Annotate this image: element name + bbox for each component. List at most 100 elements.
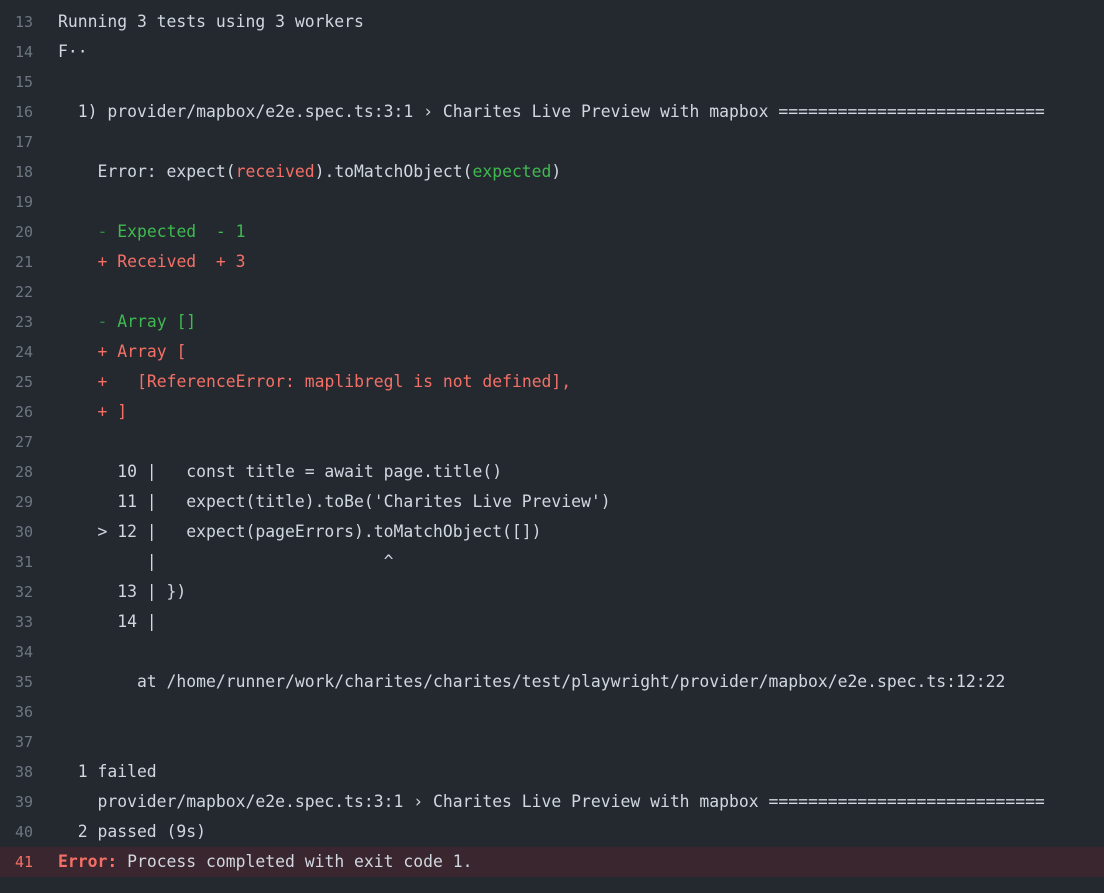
line-number[interactable]: 32 bbox=[0, 577, 33, 607]
line-number[interactable]: 31 bbox=[0, 547, 33, 577]
plus-sign: + bbox=[97, 252, 118, 271]
code-snippet-line: 14 | bbox=[58, 612, 157, 631]
log-line: 36 bbox=[0, 697, 1104, 727]
received-token: received bbox=[235, 162, 315, 181]
failed-count: 1 failed bbox=[58, 762, 157, 781]
diff-expected-summary: - Expected - 1 bbox=[33, 217, 1104, 247]
diff-text: Expected - 1 bbox=[117, 222, 246, 241]
log-line: 37 bbox=[0, 727, 1104, 757]
error-text: Process completed with exit code 1. bbox=[117, 852, 473, 871]
error-label: Error: bbox=[58, 852, 118, 871]
line-number[interactable]: 26 bbox=[0, 397, 33, 427]
expected-token: expected bbox=[472, 162, 552, 181]
failed-test-name: provider/mapbox/e2e.spec.ts:3:1 › Charit… bbox=[58, 792, 1045, 811]
log-line: 21 + Received + 3 bbox=[0, 247, 1104, 277]
line-number[interactable]: 30 bbox=[0, 517, 33, 547]
log-line: 34 bbox=[0, 637, 1104, 667]
line-number[interactable]: 25 bbox=[0, 367, 33, 397]
log-text: Running 3 tests using 3 workers bbox=[58, 12, 364, 31]
minus-sign: - bbox=[97, 222, 118, 241]
line-number[interactable]: 41 bbox=[0, 847, 33, 877]
line-number[interactable]: 13 bbox=[0, 7, 33, 37]
line-number[interactable]: 15 bbox=[0, 67, 33, 97]
log-line: 27 bbox=[0, 427, 1104, 457]
log-line: 25 + [ReferenceError: maplibregl is not … bbox=[0, 367, 1104, 397]
line-number[interactable]: 36 bbox=[0, 697, 33, 727]
diff-received-line: + [ReferenceError: maplibregl is not def… bbox=[33, 367, 1104, 397]
code-snippet-line: 10 | const title = await page.title() bbox=[58, 462, 503, 481]
code-snippet-highlighted-line: > 12 | expect(pageErrors).toMatchObject(… bbox=[58, 522, 542, 541]
log-line: 40 2 passed (9s) bbox=[0, 817, 1104, 847]
log-line: 18 Error: expect(received).toMatchObject… bbox=[0, 157, 1104, 187]
failed-test-header: 1) provider/mapbox/e2e.spec.ts:3:1 › Cha… bbox=[58, 102, 1045, 121]
diff-expected-line: - Array [] bbox=[33, 307, 1104, 337]
line-number[interactable]: 40 bbox=[0, 817, 33, 847]
log-line: 16 1) provider/mapbox/e2e.spec.ts:3:1 › … bbox=[0, 97, 1104, 127]
code-snippet-line: 11 | expect(title).toBe('Charites Live P… bbox=[58, 492, 611, 511]
line-number[interactable]: 38 bbox=[0, 757, 33, 787]
line-number[interactable]: 19 bbox=[0, 187, 33, 217]
log-line: 19 bbox=[0, 187, 1104, 217]
line-number[interactable]: 14 bbox=[0, 37, 33, 67]
line-number[interactable]: 33 bbox=[0, 607, 33, 637]
log-text: F·· bbox=[58, 42, 88, 61]
diff-text: ] bbox=[117, 402, 128, 421]
log-line: 31 | ^ bbox=[0, 547, 1104, 577]
log-line: 22 bbox=[0, 277, 1104, 307]
line-number[interactable]: 24 bbox=[0, 337, 33, 367]
line-number[interactable]: 27 bbox=[0, 427, 33, 457]
line-number[interactable]: 23 bbox=[0, 307, 33, 337]
line-number[interactable]: 35 bbox=[0, 667, 33, 697]
log-line: 14 F·· bbox=[0, 37, 1104, 67]
line-number[interactable]: 20 bbox=[0, 217, 33, 247]
log-line-error: 41 Error: Process completed with exit cod… bbox=[0, 847, 1104, 877]
log-line: 20 - Expected - 1 bbox=[0, 217, 1104, 247]
code-snippet-caret: | ^ bbox=[58, 552, 394, 571]
log-line: 15 bbox=[0, 67, 1104, 97]
line-number[interactable]: 28 bbox=[0, 457, 33, 487]
line-number[interactable]: 21 bbox=[0, 247, 33, 277]
line-number[interactable]: 34 bbox=[0, 637, 33, 667]
matcher-text: ).toMatchObject( bbox=[314, 162, 473, 181]
log-line: 39 provider/mapbox/e2e.spec.ts:3:1 › Cha… bbox=[0, 787, 1104, 817]
plus-sign: + bbox=[97, 402, 118, 421]
log-line: 33 14 | bbox=[0, 607, 1104, 637]
line-number[interactable]: 18 bbox=[0, 157, 33, 187]
diff-received-summary: + Received + 3 bbox=[33, 247, 1104, 277]
line-number[interactable]: 22 bbox=[0, 277, 33, 307]
line-number[interactable]: 39 bbox=[0, 787, 33, 817]
code-snippet-line: 13 | }) bbox=[58, 582, 187, 601]
log-line: 23 - Array [] bbox=[0, 307, 1104, 337]
error-message: Error: expect(received).toMatchObject(ex… bbox=[33, 157, 1104, 187]
diff-received-line: + Array [ bbox=[33, 337, 1104, 367]
error-prefix: Error: expect( bbox=[58, 162, 236, 181]
plus-sign: + bbox=[97, 342, 118, 361]
log-line: 24 + Array [ bbox=[0, 337, 1104, 367]
log-line: 13 Running 3 tests using 3 workers bbox=[0, 7, 1104, 37]
log-line: 26 + ] bbox=[0, 397, 1104, 427]
diff-text: Received + 3 bbox=[117, 252, 246, 271]
line-number[interactable]: 37 bbox=[0, 727, 33, 757]
diff-text: [ReferenceError: maplibregl is not defin… bbox=[136, 372, 572, 391]
log-line: 29 11 | expect(title).toBe('Charites Liv… bbox=[0, 487, 1104, 517]
diff-text: Array [ bbox=[117, 342, 187, 361]
diff-received-line: + ] bbox=[33, 397, 1104, 427]
line-number[interactable]: 16 bbox=[0, 97, 33, 127]
log-line: 30 > 12 | expect(pageErrors).toMatchObje… bbox=[0, 517, 1104, 547]
line-number[interactable]: 17 bbox=[0, 127, 33, 157]
line-number[interactable]: 29 bbox=[0, 487, 33, 517]
